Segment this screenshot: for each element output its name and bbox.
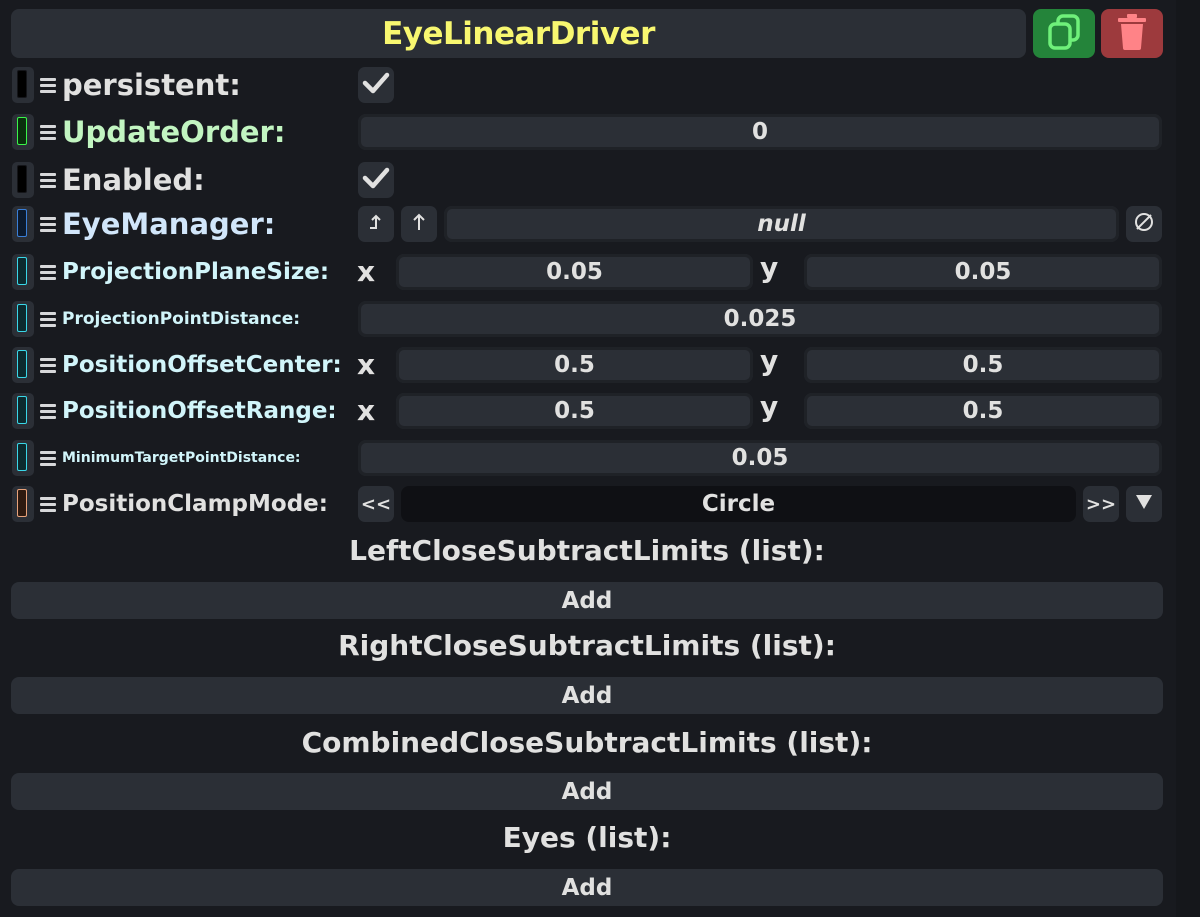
- menu-icon[interactable]: [38, 393, 58, 429]
- y-axis-label: y: [760, 390, 779, 423]
- menu-icon[interactable]: [38, 347, 58, 383]
- menu-icon[interactable]: [38, 486, 58, 522]
- enum-dropdown-button[interactable]: [1126, 486, 1162, 522]
- field-drag-handle[interactable]: [12, 67, 34, 103]
- persistent-checkbox[interactable]: [358, 67, 394, 103]
- combined-close-subtract-limits-title: CombinedCloseSubtractLimits (list):: [301, 726, 873, 759]
- checkmark-icon: [362, 71, 390, 99]
- position-offset-range-y-input[interactable]: 0.5: [804, 393, 1162, 429]
- arrow-up-icon: [411, 212, 427, 237]
- field-drag-handle[interactable]: [12, 206, 34, 242]
- y-axis-label: y: [760, 344, 779, 377]
- position-offset-center-y-input[interactable]: 0.5: [804, 347, 1162, 383]
- right-close-subtract-limits-add-button[interactable]: Add: [11, 677, 1163, 714]
- component-header[interactable]: EyeLinearDriver: [11, 9, 1026, 58]
- clear-reference-button[interactable]: [1126, 206, 1162, 242]
- field-drag-handle[interactable]: [12, 347, 34, 383]
- persistent-label: persistent:: [62, 68, 241, 102]
- position-offset-range-label: PositionOffsetRange:: [62, 398, 337, 424]
- eye-manager-reference-field[interactable]: null: [444, 206, 1119, 242]
- position-clamp-mode-label: PositionClampMode:: [62, 491, 328, 517]
- trash-icon: [1115, 13, 1149, 55]
- projection-point-distance-input[interactable]: 0.025: [358, 301, 1162, 337]
- field-drag-handle[interactable]: [12, 254, 34, 290]
- position-offset-range-x-input[interactable]: 0.5: [396, 393, 753, 429]
- field-drag-handle[interactable]: [12, 393, 34, 429]
- enabled-checkbox[interactable]: [358, 162, 394, 198]
- menu-icon[interactable]: [38, 301, 58, 337]
- menu-icon[interactable]: [38, 162, 58, 198]
- duplicate-icon: [1046, 13, 1082, 55]
- eyes-add-button[interactable]: Add: [11, 869, 1163, 906]
- update-order-label: UpdateOrder:: [62, 115, 286, 149]
- menu-icon[interactable]: [38, 254, 58, 290]
- x-axis-label: x: [357, 394, 376, 427]
- triangle-down-icon: [1135, 494, 1153, 515]
- projection-plane-size-y-input[interactable]: 0.05: [804, 254, 1162, 290]
- projection-plane-size-label: ProjectionPlaneSize:: [62, 259, 330, 285]
- projection-point-distance-label: ProjectionPointDistance:: [62, 309, 301, 329]
- left-close-subtract-limits-add-button[interactable]: Add: [11, 582, 1163, 619]
- checkmark-icon: [362, 166, 390, 194]
- projection-plane-size-x-input[interactable]: 0.05: [396, 254, 753, 290]
- menu-icon[interactable]: [38, 114, 58, 150]
- enum-next-button[interactable]: >>: [1083, 486, 1119, 522]
- combined-close-subtract-limits-add-button[interactable]: Add: [11, 773, 1163, 810]
- enabled-label: Enabled:: [62, 163, 205, 197]
- position-offset-center-x-input[interactable]: 0.5: [396, 347, 753, 383]
- field-drag-handle[interactable]: [12, 301, 34, 337]
- left-close-subtract-limits-title: LeftCloseSubtractLimits (list):: [349, 534, 825, 567]
- menu-icon[interactable]: [38, 440, 58, 476]
- minimum-target-point-distance-input[interactable]: 0.05: [358, 440, 1162, 476]
- position-clamp-mode-value: Circle: [401, 486, 1076, 522]
- component-title: EyeLinearDriver: [382, 15, 655, 52]
- eye-manager-label: EyeManager:: [62, 207, 276, 241]
- scrollbar[interactable]: [1176, 0, 1200, 917]
- null-icon: [1133, 211, 1155, 238]
- position-offset-center-label: PositionOffsetCenter:: [62, 352, 342, 378]
- duplicate-button[interactable]: [1033, 9, 1095, 58]
- x-axis-label: x: [357, 348, 376, 381]
- right-close-subtract-limits-title: RightCloseSubtractLimits (list):: [338, 629, 836, 662]
- y-axis-label: y: [760, 251, 779, 284]
- x-axis-label: x: [357, 255, 376, 288]
- delete-button[interactable]: [1101, 9, 1163, 58]
- field-drag-handle[interactable]: [12, 162, 34, 198]
- menu-icon[interactable]: [38, 206, 58, 242]
- field-drag-handle[interactable]: [12, 486, 34, 522]
- jump-to-button[interactable]: [358, 206, 394, 242]
- update-order-input[interactable]: 0: [358, 114, 1162, 150]
- enum-previous-button[interactable]: <<: [358, 486, 394, 522]
- field-drag-handle[interactable]: [12, 114, 34, 150]
- eyes-list-title: Eyes (list):: [502, 821, 672, 854]
- field-drag-handle[interactable]: [12, 440, 34, 476]
- jump-to-icon: [367, 212, 385, 237]
- move-up-button[interactable]: [401, 206, 437, 242]
- menu-icon[interactable]: [38, 67, 58, 103]
- minimum-target-point-distance-label: MinimumTargetPointDistance:: [62, 450, 301, 466]
